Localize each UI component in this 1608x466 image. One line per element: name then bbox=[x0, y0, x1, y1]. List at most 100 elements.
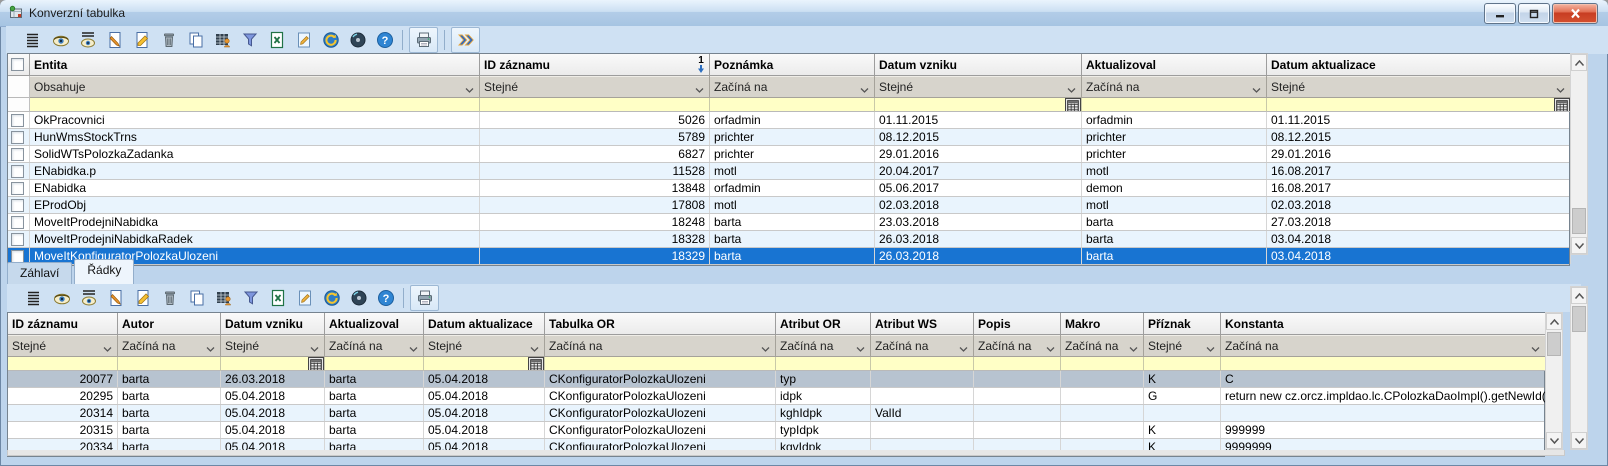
tab-zahlavi[interactable]: Záhlaví bbox=[7, 262, 72, 284]
view-eye-rows-icon[interactable] bbox=[75, 286, 102, 310]
filter-operator-dropdown-11[interactable]: Začíná na bbox=[1221, 335, 1546, 357]
column-header-3[interactable]: Datum vzniku bbox=[875, 54, 1082, 76]
menu-lines-icon[interactable] bbox=[20, 28, 47, 52]
filter-input-3[interactable] bbox=[325, 357, 424, 371]
table-row[interactable]: ENabidka.p11528motl20.04.2017motl16.08.2… bbox=[8, 163, 1569, 180]
table-row[interactable]: 20315barta05.04.2018barta05.04.2018CKonf… bbox=[8, 422, 1544, 439]
column-header-0[interactable]: ID záznamu bbox=[8, 313, 118, 335]
scroll-thumb[interactable] bbox=[1547, 332, 1561, 356]
filter-operator-dropdown-8[interactable]: Začíná na bbox=[974, 335, 1061, 357]
help-icon[interactable]: ? bbox=[371, 28, 398, 52]
filter-operator-dropdown-3[interactable]: Stejné bbox=[875, 76, 1082, 98]
table-row[interactable]: EProdObj17808motl02.03.2018motl02.03.201… bbox=[8, 197, 1569, 214]
column-header-4[interactable]: Aktualizoval bbox=[1082, 54, 1267, 76]
column-header-1[interactable]: Autor bbox=[118, 313, 221, 335]
calendar-button[interactable] bbox=[528, 357, 544, 371]
filter-funnel-icon[interactable] bbox=[237, 286, 264, 310]
column-header-2[interactable]: Poznámka bbox=[710, 54, 875, 76]
filter-input-3[interactable] bbox=[875, 98, 1082, 112]
calendar-button[interactable] bbox=[308, 357, 324, 371]
copy-document-icon[interactable] bbox=[183, 286, 210, 310]
table-row[interactable]: 20314barta05.04.2018barta05.04.2018CKonf… bbox=[8, 405, 1544, 422]
filter-operator-dropdown-5[interactable]: Začíná na bbox=[545, 335, 776, 357]
edit-document-icon[interactable] bbox=[128, 28, 155, 52]
table-row[interactable]: 20077barta26.03.2018barta05.04.2018CKonf… bbox=[8, 371, 1544, 388]
filter-input-6[interactable] bbox=[776, 357, 871, 371]
column-header-9[interactable]: Makro bbox=[1061, 313, 1144, 335]
edit-document-icon[interactable] bbox=[129, 286, 156, 310]
filter-operator-dropdown-4[interactable]: Začíná na bbox=[1082, 76, 1267, 98]
checkbox[interactable] bbox=[11, 199, 24, 212]
help-icon[interactable]: ? bbox=[372, 286, 399, 310]
column-header-3[interactable]: Aktualizoval bbox=[325, 313, 424, 335]
maximize-button[interactable] bbox=[1518, 3, 1550, 24]
copy-document-icon[interactable] bbox=[182, 28, 209, 52]
column-header-5[interactable]: Datum aktualizace bbox=[1267, 54, 1571, 76]
new-document-icon[interactable] bbox=[101, 28, 128, 52]
filter-input-4[interactable] bbox=[424, 357, 545, 371]
filter-operator-dropdown-4[interactable]: Stejné bbox=[424, 335, 545, 357]
column-header-10[interactable]: Příznak bbox=[1144, 313, 1221, 335]
filter-operator-dropdown-2[interactable]: Začíná na bbox=[710, 76, 875, 98]
detail-grid-scrollbar[interactable] bbox=[1545, 312, 1563, 450]
scroll-up-icon[interactable] bbox=[1546, 313, 1562, 330]
filter-input-10[interactable] bbox=[1144, 357, 1221, 371]
menu-lines-icon[interactable] bbox=[21, 286, 48, 310]
filter-input-4[interactable] bbox=[1082, 98, 1267, 112]
filter-operator-dropdown-2[interactable]: Stejné bbox=[221, 335, 325, 357]
scroll-down-icon[interactable] bbox=[1571, 237, 1587, 254]
minimize-button[interactable] bbox=[1484, 3, 1516, 24]
checkbox[interactable] bbox=[11, 148, 24, 161]
view-eye-icon[interactable] bbox=[47, 28, 74, 52]
scroll-down-icon[interactable] bbox=[1571, 432, 1587, 449]
table-row[interactable]: SolidWTsPolozkaZadanka6827prichter29.01.… bbox=[8, 146, 1569, 163]
export-excel-icon[interactable] bbox=[263, 28, 290, 52]
printer-icon[interactable] bbox=[409, 27, 438, 53]
refresh-icon[interactable] bbox=[317, 28, 344, 52]
filter-operator-dropdown-3[interactable]: Začíná na bbox=[325, 335, 424, 357]
filter-input-8[interactable] bbox=[974, 357, 1061, 371]
scroll-up-icon[interactable] bbox=[1571, 287, 1587, 304]
filter-operator-dropdown-6[interactable]: Začíná na bbox=[776, 335, 871, 357]
filter-input-5[interactable] bbox=[1267, 98, 1571, 112]
new-document-icon[interactable] bbox=[102, 286, 129, 310]
column-header-7[interactable]: Atribut WS bbox=[871, 313, 974, 335]
table-user-icon[interactable] bbox=[210, 286, 237, 310]
checkbox[interactable] bbox=[11, 216, 24, 229]
view-eye-icon[interactable] bbox=[48, 286, 75, 310]
filter-operator-dropdown-5[interactable]: Stejné bbox=[1267, 76, 1571, 98]
filter-operator-dropdown-0[interactable]: Obsahuje bbox=[30, 76, 480, 98]
checkbox[interactable] bbox=[11, 114, 24, 127]
column-header-1[interactable]: ID záznamu1 bbox=[480, 54, 710, 76]
filter-input-0[interactable] bbox=[8, 357, 118, 371]
filter-operator-dropdown-10[interactable]: Stejné bbox=[1144, 335, 1221, 357]
column-header-4[interactable]: Datum aktualizace bbox=[424, 313, 545, 335]
column-header-2[interactable]: Datum vzniku bbox=[221, 313, 325, 335]
filter-operator-dropdown-1[interactable]: Začíná na bbox=[118, 335, 221, 357]
scroll-thumb[interactable] bbox=[1572, 306, 1586, 332]
column-header-11[interactable]: Konstanta bbox=[1221, 313, 1546, 335]
refresh-icon[interactable] bbox=[318, 286, 345, 310]
filter-operator-dropdown-9[interactable]: Začíná na bbox=[1061, 335, 1144, 357]
checkbox[interactable] bbox=[11, 233, 24, 246]
scroll-down-icon[interactable] bbox=[1546, 432, 1562, 449]
table-row[interactable]: MoveItProdejniNabidka18248barta23.03.201… bbox=[8, 214, 1569, 231]
detail-panel-scrollbar[interactable] bbox=[1570, 286, 1588, 450]
title-bar[interactable]: Konverzní tabulka bbox=[0, 0, 1608, 27]
printer-icon[interactable] bbox=[410, 285, 439, 311]
delete-trash-icon[interactable] bbox=[155, 28, 182, 52]
tab-radky[interactable]: Řádky bbox=[74, 259, 134, 285]
filter-input-0[interactable] bbox=[30, 98, 480, 112]
column-header-5[interactable]: Tabulka OR bbox=[545, 313, 776, 335]
close-button[interactable] bbox=[1552, 3, 1598, 24]
export-excel-icon[interactable] bbox=[264, 286, 291, 310]
filter-input-1[interactable] bbox=[118, 357, 221, 371]
disc-icon[interactable] bbox=[345, 286, 372, 310]
filter-input-1[interactable] bbox=[480, 98, 710, 112]
disc-icon[interactable] bbox=[344, 28, 371, 52]
checkbox[interactable] bbox=[11, 165, 24, 178]
column-header-0[interactable]: Entita bbox=[30, 54, 480, 76]
edit-note-icon[interactable] bbox=[291, 286, 318, 310]
scroll-up-icon[interactable] bbox=[1571, 54, 1587, 71]
checkbox[interactable] bbox=[11, 182, 24, 195]
